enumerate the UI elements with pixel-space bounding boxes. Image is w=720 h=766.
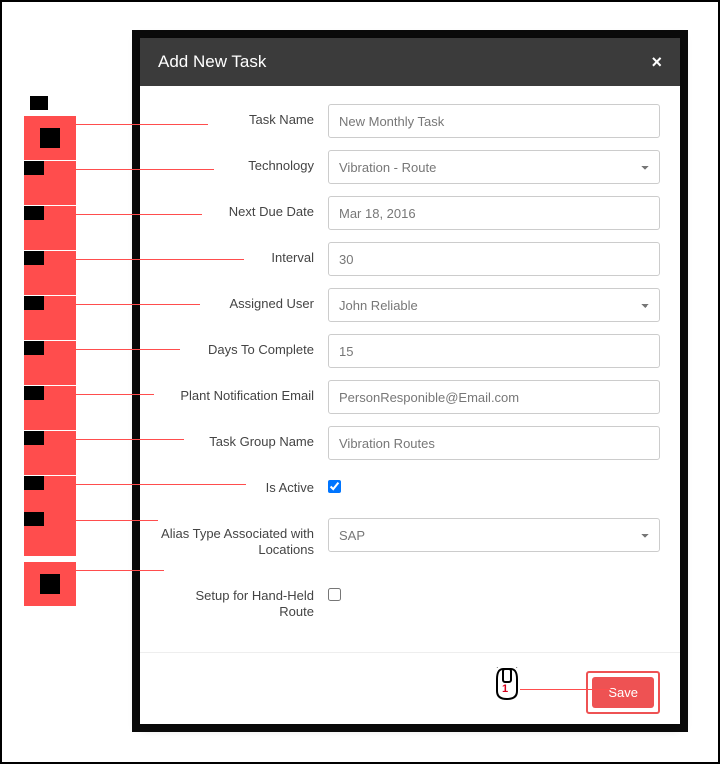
plant-email-input[interactable] <box>328 380 660 414</box>
days-to-complete-label: Days To Complete <box>160 334 328 358</box>
is-active-checkbox[interactable] <box>328 480 341 493</box>
alias-type-select[interactable]: SAP <box>328 518 660 552</box>
callout-task-group <box>24 431 76 475</box>
next-due-date-label: Next Due Date <box>160 196 328 220</box>
callout-plant-email <box>24 386 76 430</box>
interval-input[interactable] <box>328 242 660 276</box>
technology-label: Technology <box>160 150 328 174</box>
alias-type-label: Alias Type Associated with Locations <box>160 518 328 559</box>
modal-body: Task Name Technology Vibration - Route N… <box>140 86 680 652</box>
save-highlight-box: Save <box>586 671 660 714</box>
callout-task-name <box>24 116 76 160</box>
technology-select[interactable]: Vibration - Route <box>328 150 660 184</box>
modal-footer: Save <box>140 652 680 736</box>
is-active-label: Is Active <box>160 472 328 496</box>
hand-held-label: Setup for Hand-Held Route <box>160 580 328 621</box>
assigned-user-label: Assigned User <box>160 288 328 312</box>
callout-interval <box>24 251 76 295</box>
callout-days-to-complete <box>24 341 76 385</box>
task-name-label: Task Name <box>160 104 328 128</box>
modal-title: Add New Task <box>158 52 266 72</box>
callout-assigned-user <box>24 296 76 340</box>
task-group-label: Task Group Name <box>160 426 328 450</box>
save-button[interactable]: Save <box>592 677 654 708</box>
interval-label: Interval <box>160 242 328 266</box>
callout-alias-type <box>24 512 76 556</box>
task-group-input[interactable] <box>328 426 660 460</box>
callout-is-active <box>24 476 76 520</box>
next-due-date-input[interactable] <box>328 196 660 230</box>
add-task-modal: Add New Task × Task Name Technology Vibr… <box>140 38 680 724</box>
callout-technology <box>24 161 76 205</box>
close-icon[interactable]: × <box>651 53 662 71</box>
callout-next-due-date <box>24 206 76 250</box>
plant-email-label: Plant Notification Email <box>160 380 328 404</box>
hand-held-checkbox[interactable] <box>328 588 341 601</box>
callout-hand-held <box>24 562 76 606</box>
modal-header: Add New Task × <box>140 38 680 86</box>
days-to-complete-input[interactable] <box>328 334 660 368</box>
task-name-input[interactable] <box>328 104 660 138</box>
annotation-legend-square <box>30 96 48 110</box>
assigned-user-select[interactable]: John Reliable <box>328 288 660 322</box>
